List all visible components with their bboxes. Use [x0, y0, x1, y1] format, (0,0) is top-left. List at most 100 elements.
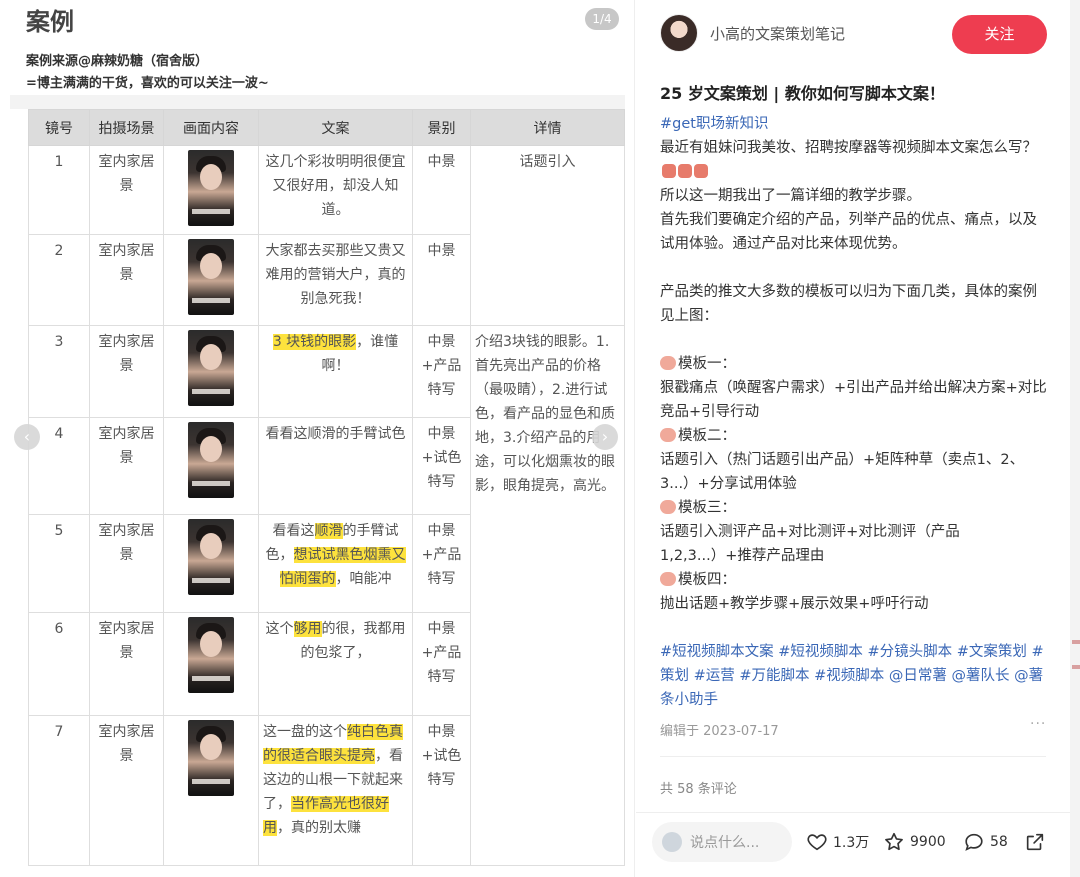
body-text: 话题引入测评产品+对比测评+对比测评（产品1,2,3...）+推荐产品理由 [660, 524, 960, 564]
detail-cell: 话题引入 [470, 145, 625, 326]
copy-cell: 看看这顺滑的手臂试色，想试试黑色烟熏又怕闹蛋的，咱能冲 [258, 514, 413, 613]
author-info[interactable]: 小高的文案策划笔记 [660, 14, 845, 52]
note-title: 25 岁文案策划 | 教你如何写脚本文案！ [660, 84, 945, 103]
chevron-right-icon: › [601, 427, 609, 446]
frame-thumbnail [188, 239, 234, 315]
highlighted-text: 顺滑 [314, 523, 343, 539]
highlighted-text: 够用 [293, 621, 322, 637]
scene-cell: 室内家居景 [89, 514, 164, 613]
frame-cell [163, 715, 259, 866]
copy-cell: 看看这顺滑的手臂试色 [258, 417, 413, 515]
edit-date: 编辑于 2023-07-17 [660, 724, 779, 739]
template-heading: 模板四： [678, 572, 736, 588]
scene-cell: 室内家居景 [89, 145, 164, 235]
collect-count: 9900 [910, 834, 946, 850]
scene-cell: 室内家居景 [89, 612, 164, 716]
share-button[interactable] [1024, 831, 1051, 853]
template-heading: 模板三： [678, 500, 736, 516]
shot-size-cell: 中景+产品特写 [412, 612, 471, 716]
frame-cell [163, 612, 259, 716]
body-text: 狠戳痛点（唤醒客户需求）+引出产品并给出解决方案+对比竞品+引导行动 [660, 380, 1047, 420]
table-row: 1 室内家居景 这几个彩妆明明很便宜又很好用，却没人知道。 中景 话题引入 [28, 145, 625, 326]
shot-size-cell: 中景+产品特写 [412, 325, 471, 418]
comment-count: 58 [990, 834, 1008, 850]
pig-emoji-icon [660, 356, 676, 370]
frame-thumbnail [188, 422, 234, 498]
pig-emoji-icon [660, 428, 676, 442]
shot-number: 1 [28, 145, 90, 235]
heart-icon [807, 834, 827, 851]
header-cell: 画面内容 [163, 109, 259, 146]
detail-cell: 介绍3块钱的眼影。1.首先亮出产品的价格（最吸睛），2.进行试色，看产品的显色和… [470, 325, 625, 866]
comment-button[interactable]: 58 [963, 831, 1008, 853]
like-count: 1.3万 [833, 835, 870, 851]
prev-image-button[interactable]: ‹ [14, 424, 40, 450]
header-cell: 景别 [412, 109, 471, 146]
share-icon [1026, 833, 1044, 851]
emoji-icon [678, 164, 692, 178]
divider [636, 812, 1070, 813]
copy-text: ，咱能冲 [335, 571, 392, 587]
header-cell: 详情 [470, 109, 625, 146]
header-cell: 文案 [258, 109, 413, 146]
scene-cell: 室内家居景 [89, 715, 164, 866]
table-top-band [10, 95, 625, 109]
body-text: 首先我们要确定介绍的产品，列举产品的优点、痛点，以及试用体验。通过产品对比来体现… [660, 212, 1037, 252]
user-avatar [662, 832, 682, 852]
frame-cell [163, 325, 259, 418]
template-heading: 模板一： [678, 356, 736, 372]
shot-size-cell: 中景 [412, 234, 471, 326]
divider [660, 756, 1046, 757]
comment-bubble-icon [965, 833, 983, 851]
like-button[interactable]: 1.3万 [806, 831, 869, 853]
frame-thumbnail [188, 720, 234, 796]
hashtag-link[interactable]: #get职场新知识 [660, 116, 768, 132]
header-cell: 镜号 [28, 109, 90, 146]
shot-number: 6 [28, 612, 90, 716]
comment-placeholder: 说点什么... [690, 835, 760, 851]
frame-thumbnail [188, 150, 234, 226]
avatar[interactable] [660, 14, 698, 52]
emoji-icon [662, 164, 676, 178]
shot-number: 3 [28, 325, 90, 418]
copy-text: 这个 [265, 621, 294, 637]
copy-cell: 3 块钱的眼影，谁懂啊！ [258, 325, 413, 418]
follow-button[interactable]: 关注 [952, 15, 1047, 54]
source-line: 案例来源@麻辣奶糖（宿舍版） [26, 54, 209, 69]
more-options-button[interactable]: ··· [1030, 716, 1046, 732]
pig-emoji-icon [660, 500, 676, 514]
body-text: 话题引入（热门话题引出产品）+矩阵种草（卖点1、2、3...）+分享试用体验 [660, 452, 1025, 492]
highlighted-text: 3 块钱的眼影 [272, 334, 357, 350]
emoji-icon [694, 164, 708, 178]
shot-size-cell: 中景+试色特写 [412, 417, 471, 515]
next-image-button[interactable]: › [592, 424, 618, 450]
copy-cell: 这个够用的很，我都用的包浆了， [258, 612, 413, 716]
image-viewer[interactable]: 案例 1/4 案例来源@麻辣奶糖（宿舍版） =博主满满的干货，喜欢的可以关注一波… [0, 0, 635, 877]
chevron-left-icon: ‹ [23, 427, 31, 446]
collect-button[interactable]: 9900 [883, 831, 946, 853]
pig-emoji-icon [660, 572, 676, 586]
background-page [1070, 0, 1080, 877]
scene-cell: 室内家居景 [89, 234, 164, 326]
script-table: 镜号 拍摄场景 画面内容 文案 景别 详情 1 室内家居景 这几个彩妆明明很便宜… [28, 109, 625, 866]
star-icon [885, 832, 903, 851]
author-name[interactable]: 小高的文案策划笔记 [710, 23, 845, 44]
body-text: 最近有姐妹问我美妆、招聘按摩器等视频脚本文案怎么写？ [660, 140, 1037, 156]
hashtag-list[interactable]: #短视频脚本文案 #短视频脚本 #分镜头脚本 #文案策划 #策划 #运营 #万能… [660, 640, 1050, 712]
copy-cell: 这几个彩妆明明很便宜又很好用，却没人知道。 [258, 145, 413, 235]
copy-cell: 大家都去买那些又贵又难用的营销大户，真的别急死我！ [258, 234, 413, 326]
image-counter: 1/4 [585, 8, 619, 30]
header-cell: 拍摄场景 [89, 109, 164, 146]
shot-size-cell: 中景 [412, 145, 471, 235]
note-line: =博主满满的干货，喜欢的可以关注一波~ [26, 76, 269, 91]
note-body: #get职场新知识 最近有姐妹问我美妆、招聘按摩器等视频脚本文案怎么写？ 所以这… [660, 112, 1050, 712]
table-row: 3 室内家居景 3 块钱的眼影，谁懂啊！ 中景+产品特写 介绍3块钱的眼影。1.… [28, 325, 625, 866]
frame-thumbnail [188, 617, 234, 693]
frame-cell [163, 234, 259, 326]
frame-cell [163, 417, 259, 515]
comment-input[interactable]: 说点什么... [652, 822, 792, 862]
copy-cell: 这一盘的这个纯白色真的很适合眼头提亮，看这边的山根一下就起来了，当作高光也很好用… [258, 715, 413, 866]
shot-number: 5 [28, 514, 90, 613]
table-header: 镜号 拍摄场景 画面内容 文案 景别 详情 [28, 109, 625, 146]
copy-text: 看看这 [272, 523, 315, 539]
